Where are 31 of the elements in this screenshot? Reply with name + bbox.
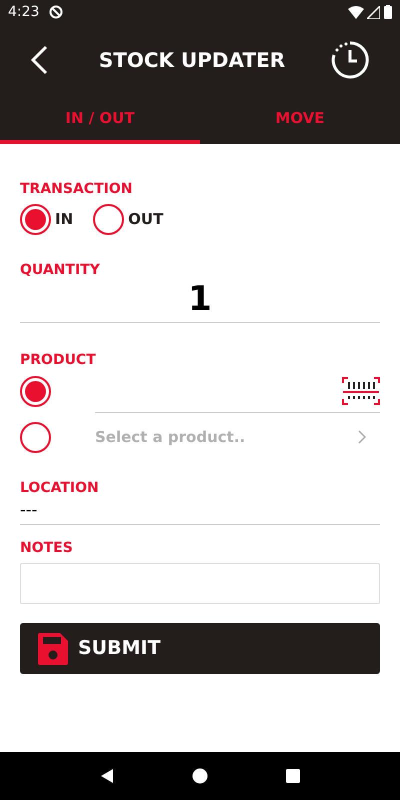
barcode-scan-icon[interactable]	[342, 376, 380, 404]
quantity-field[interactable]: 1	[20, 277, 380, 323]
chevron-icon	[358, 430, 366, 444]
wifi-icon	[348, 6, 364, 18]
status-time: 4:23	[8, 2, 40, 22]
status-icon	[49, 5, 64, 19]
radio-label: OUT	[128, 209, 164, 230]
app-title: STOCK UPDATER	[98, 47, 286, 74]
history-button[interactable]	[330, 40, 370, 80]
section-label: TRANSACTION	[20, 182, 134, 196]
location-value: ---	[20, 495, 380, 525]
tab[interactable]: IN / OUT	[0, 96, 200, 144]
home-nav-icon[interactable]	[192, 768, 208, 784]
section-label: NOTES	[20, 541, 74, 555]
radio-label: IN	[55, 209, 74, 230]
product-select[interactable]: Select a product..	[95, 415, 380, 459]
recents-nav-icon[interactable]	[285, 768, 302, 784]
radio-button[interactable]	[20, 376, 51, 406]
back-nav-icon[interactable]	[98, 768, 115, 784]
save-icon	[38, 632, 68, 664]
radio-button[interactable]	[20, 204, 51, 235]
section-label: LOCATION	[20, 481, 100, 495]
tab[interactable]: MOVE	[200, 96, 400, 144]
submit-button[interactable]: SUBMIT	[20, 623, 380, 674]
section-label: QUANTITY	[20, 263, 101, 277]
notes-field[interactable]	[20, 563, 380, 604]
signal-icon	[367, 6, 380, 18]
section-label: PRODUCT	[20, 353, 97, 367]
battery-icon	[384, 5, 392, 19]
radio-button[interactable]	[20, 422, 51, 452]
radio-button[interactable]	[93, 204, 124, 235]
